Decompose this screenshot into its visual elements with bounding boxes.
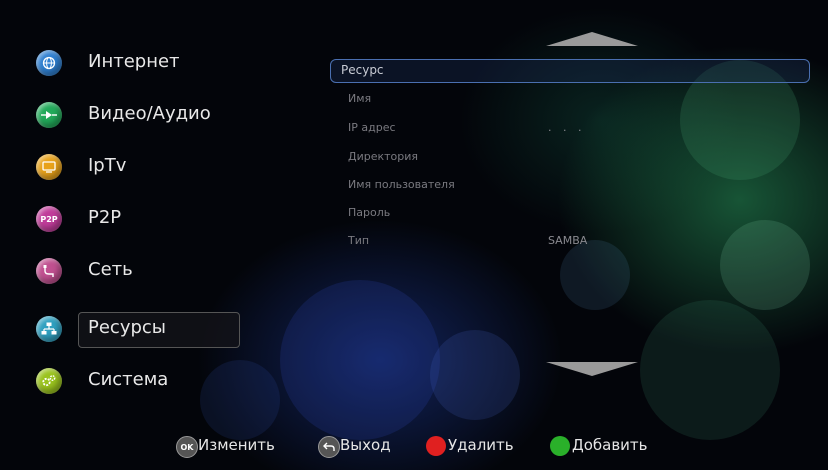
field-label: Ресурс — [341, 63, 384, 77]
sidebar-item-label: IpTv — [88, 155, 127, 176]
sidebar-item-label: Сеть — [88, 259, 133, 280]
field-value: SAMBA — [548, 234, 588, 247]
background-bokeh — [640, 300, 780, 440]
field-directory[interactable]: Директория — [330, 146, 808, 168]
field-type[interactable]: Тип SAMBA — [330, 230, 808, 252]
sidebar-item-label: Система — [88, 369, 169, 390]
field-label: Тип — [348, 234, 370, 247]
hint-label: Изменить — [198, 436, 275, 454]
button-hints-bar: OK Изменить Выход Удалить Добавить — [0, 428, 828, 464]
media-player-screen: Интернет Видео/Аудио IpTv P2P P2P Сеть Р… — [0, 0, 828, 470]
sidebar-item-resources[interactable]: Ресурсы — [24, 310, 244, 350]
network-plug-icon — [36, 258, 62, 284]
hint-label: Удалить — [448, 436, 514, 454]
field-password[interactable]: Пароль — [330, 202, 808, 224]
field-label: Имя пользователя — [348, 178, 455, 191]
back-button-icon — [318, 436, 340, 458]
globe-icon — [36, 50, 62, 76]
field-label: Директория — [348, 150, 419, 163]
field-resource[interactable]: Ресурс — [330, 59, 810, 83]
hint-edit[interactable]: OK Изменить — [176, 434, 306, 458]
scroll-down-arrow-icon[interactable] — [546, 362, 638, 376]
field-label: Пароль — [348, 206, 391, 219]
hint-add[interactable]: Добавить — [550, 434, 680, 458]
sidebar-item-label: Интернет — [88, 51, 180, 72]
sidebar-item-label: P2P — [88, 207, 122, 228]
p2p-icon: P2P — [36, 206, 62, 232]
field-username[interactable]: Имя пользователя — [330, 174, 808, 196]
hint-delete[interactable]: Удалить — [426, 434, 536, 458]
field-ip-address[interactable]: IP адрес . . . — [330, 117, 808, 139]
field-label: Имя — [348, 92, 372, 105]
sidebar-item-system[interactable]: Система — [24, 362, 244, 402]
sidebar-item-label: Видео/Аудио — [88, 103, 211, 124]
field-name[interactable]: Имя — [330, 88, 808, 110]
sidebar-item-iptv[interactable]: IpTv — [24, 148, 244, 188]
scroll-up-arrow-icon[interactable] — [546, 32, 638, 46]
field-value: . . . — [548, 121, 586, 134]
sidebar-item-internet[interactable]: Интернет — [24, 44, 244, 84]
field-label: IP адрес — [348, 121, 396, 134]
resources-icon — [36, 316, 62, 342]
sidebar-item-network[interactable]: Сеть — [24, 252, 244, 292]
hint-label: Добавить — [572, 436, 648, 454]
green-button-icon — [550, 436, 570, 456]
background-bokeh — [280, 280, 440, 440]
sidebar-item-video-audio[interactable]: Видео/Аудио — [24, 96, 244, 136]
gears-icon — [36, 368, 62, 394]
hint-exit[interactable]: Выход — [318, 434, 418, 458]
ok-button-icon: OK — [176, 436, 198, 458]
tv-icon — [36, 154, 62, 180]
sidebar-item-label: Ресурсы — [88, 317, 167, 338]
sidebar-item-p2p[interactable]: P2P P2P — [24, 200, 244, 240]
play-icon — [36, 102, 62, 128]
red-button-icon — [426, 436, 446, 456]
background-bokeh — [430, 330, 520, 420]
hint-label: Выход — [340, 436, 391, 454]
